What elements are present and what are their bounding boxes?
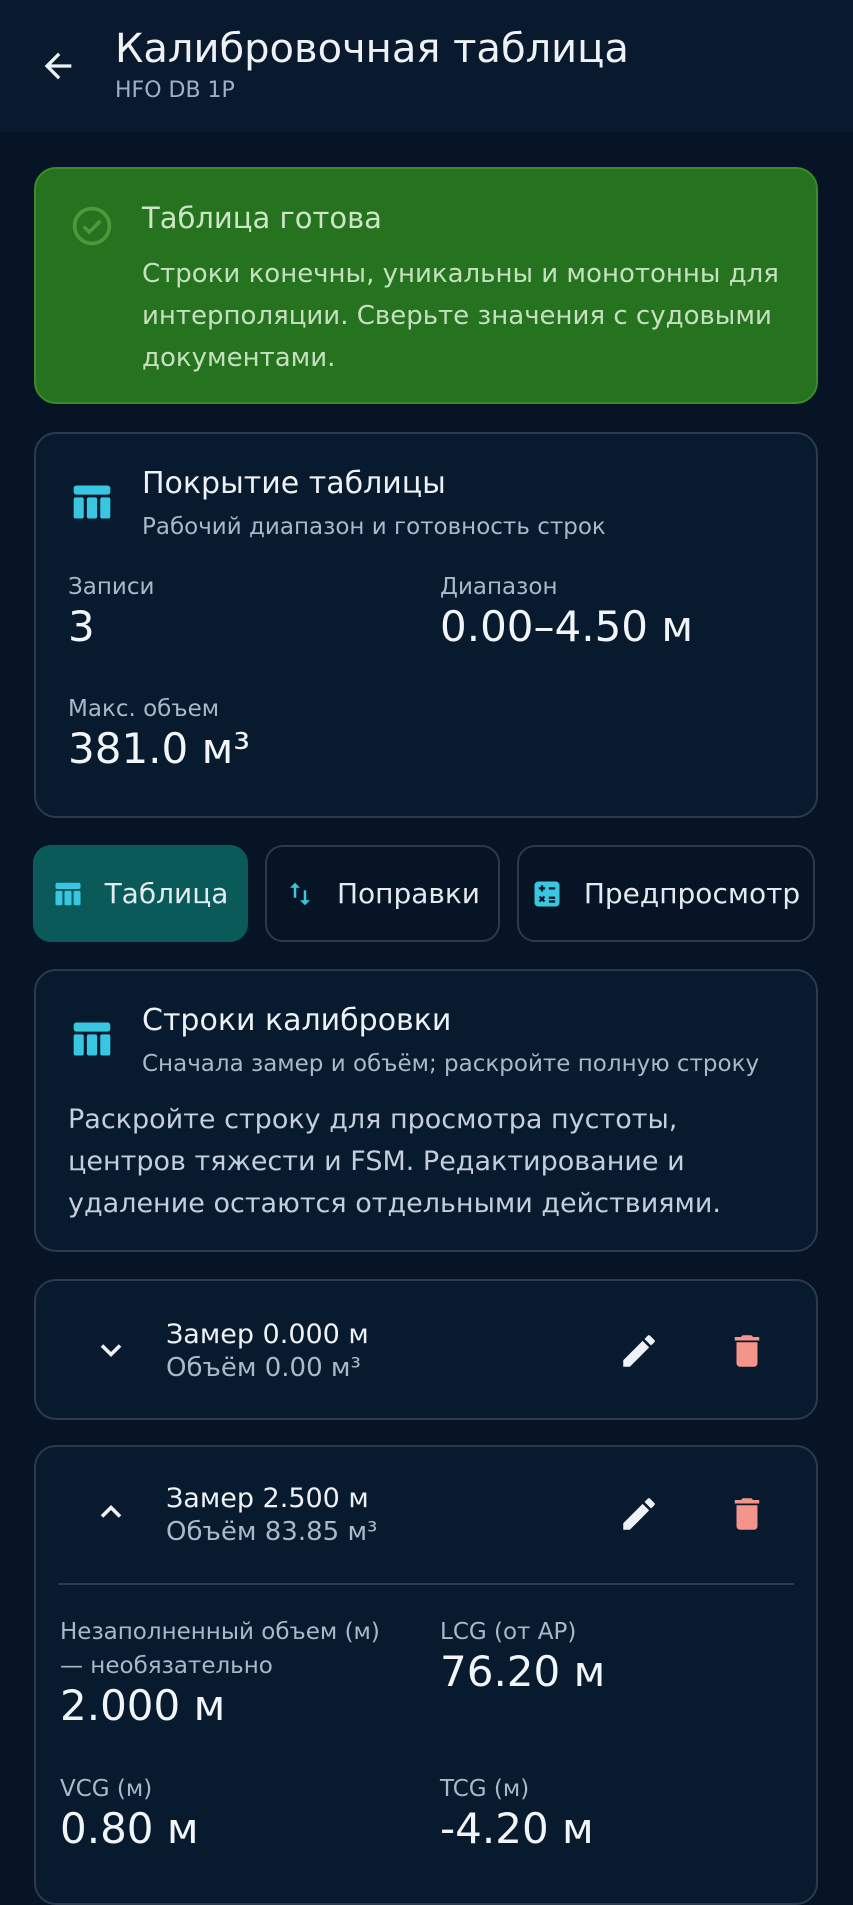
rows-title: Строки калибровки [142,1003,452,1038]
collapse-button[interactable] [86,1487,136,1537]
table-icon [73,485,111,519]
tab-table[interactable]: Таблица [33,845,248,942]
range-label: Диапазон [440,574,558,600]
table-icon [73,1022,111,1056]
page-subtitle: HFO DB 1P [115,78,235,103]
range-value: 0.00–4.50 м [440,602,694,651]
pencil-icon [623,1498,655,1530]
tab-table-label: Таблица [104,877,229,910]
sort-arrows-icon [289,882,310,905]
ready-banner: Таблица готова Строки конечны, уникальны… [34,167,818,404]
coverage-card: Покрытие таблицы Рабочий диапазон и гото… [34,432,818,818]
ready-text: Строки конечны, уникальны и монотонны дл… [142,259,779,373]
tab-corrections[interactable]: Поправки [265,845,500,942]
calibration-rows-card: Строки калибровки Сначала замер и объём;… [34,969,818,1252]
delete-button[interactable] [722,1489,772,1539]
delete-button[interactable] [722,1326,772,1376]
calibration-row[interactable]: Замер 2.500 м Объём 83.85 м³ Незаполненн… [34,1445,818,1905]
row-title: Замер 2.500 м [166,1483,369,1514]
divider [58,1583,794,1585]
calibration-row[interactable]: Замер 0.000 м Объём 0.00 м³ [34,1279,818,1420]
coverage-subtitle: Рабочий диапазон и готовность строк [142,514,606,540]
pencil-icon [623,1335,655,1367]
tcg-label: TCG (м) [440,1776,530,1802]
max-volume-value: 381.0 м³ [68,724,251,773]
rows-subtitle: Сначала замер и объём; раскройте полную … [142,1051,760,1077]
trash-icon [734,1498,760,1530]
records-value: 3 [68,602,95,651]
back-button[interactable] [34,42,82,90]
vcg-value: 0.80 м [60,1804,199,1853]
lcg-label: LCG (от AP) [440,1619,577,1645]
tab-corrections-label: Поправки [336,877,481,910]
ullage-label: Незаполненный объем (м) — необязательно [60,1619,380,1679]
arrow-left-icon [44,52,72,80]
calculator-icon [534,881,560,906]
rows-description: Раскройте строку для просмотра пустоты, … [68,1104,721,1219]
edit-button[interactable] [614,1489,664,1539]
ullage-value: 2.000 м [60,1681,226,1730]
trash-icon [734,1335,760,1367]
row-subtitle: Объём 83.85 м³ [166,1517,378,1547]
check-circle-icon [72,206,112,246]
tcg-value: -4.20 м [440,1804,594,1853]
records-label: Записи [68,574,155,600]
ready-title: Таблица готова [142,201,382,235]
chevron-down-icon [100,1344,122,1358]
page-title: Калибровочная таблица [115,26,629,72]
expand-button[interactable] [86,1325,136,1375]
tab-preview[interactable]: Предпросмотр [517,845,815,942]
coverage-title: Покрытие таблицы [142,466,446,501]
max-volume-label: Макс. объем [68,696,220,722]
row-subtitle: Объём 0.00 м³ [166,1353,361,1383]
app-bar: Калибровочная таблица HFO DB 1P [0,0,853,132]
edit-button[interactable] [614,1326,664,1376]
chevron-up-icon [100,1504,122,1518]
vcg-label: VCG (м) [60,1776,153,1802]
lcg-value: 76.20 м [440,1647,606,1696]
table-icon [55,882,81,905]
tab-preview-label: Предпросмотр [583,877,801,910]
row-title: Замер 0.000 м [166,1319,369,1350]
